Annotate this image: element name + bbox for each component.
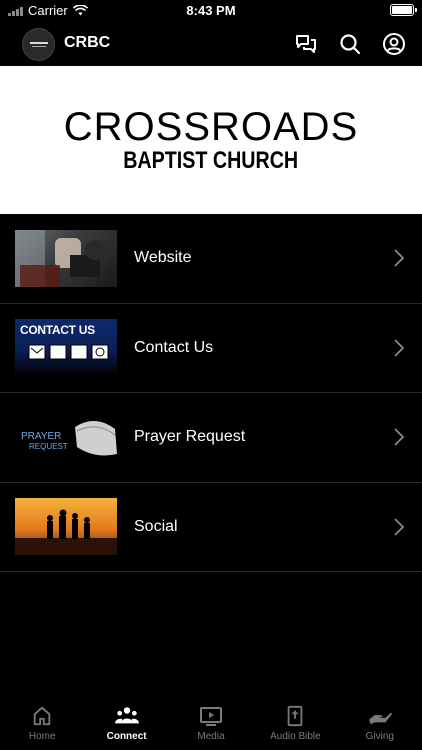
- list-item-social[interactable]: Social: [0, 483, 422, 572]
- list-item-label: Social: [134, 517, 178, 535]
- list-item-contact-us[interactable]: CONTACT US Contact Us: [0, 304, 422, 393]
- status-time: 8:43 PM: [186, 3, 236, 18]
- chat-icon[interactable]: [294, 32, 318, 56]
- profile-icon[interactable]: [382, 32, 406, 56]
- list-item-website[interactable]: Website: [0, 214, 422, 304]
- tab-label: Media: [197, 731, 225, 742]
- nav-title: CRBC: [64, 34, 111, 51]
- bible-icon: [288, 705, 303, 727]
- home-icon: [33, 706, 51, 726]
- tab-audio-bible[interactable]: Audio Bible: [253, 700, 337, 750]
- tab-label: Home: [28, 731, 56, 742]
- contact-us-thumbnail: CONTACT US: [15, 319, 117, 377]
- tab-media[interactable]: Media: [169, 700, 253, 750]
- tab-home[interactable]: Home: [0, 700, 84, 750]
- prayer-request-thumbnail: PRAYER REQUEST: [15, 408, 117, 466]
- app-logo[interactable]: [22, 28, 55, 61]
- thumb-caption-1: PRAYER: [21, 430, 62, 442]
- giving-icon: [368, 712, 392, 725]
- chevron-right-icon: [394, 428, 404, 446]
- banner-title: CROSSROADS: [63, 105, 359, 149]
- banner-subtitle: BAPTIST CHURCH: [123, 147, 299, 174]
- chevron-right-icon: [394, 518, 404, 536]
- connect-list: Website CONTACT US Contact Us PRAYER REQ…: [0, 214, 422, 572]
- list-item-prayer-request[interactable]: PRAYER REQUEST Prayer Request: [0, 393, 422, 483]
- tab-label: Giving: [365, 731, 394, 742]
- chevron-right-icon: [394, 339, 404, 357]
- tab-connect[interactable]: Connect: [84, 700, 168, 750]
- list-item-label: Contact Us: [134, 338, 214, 356]
- tab-giving[interactable]: Giving: [338, 700, 422, 750]
- list-item-label: Website: [134, 249, 192, 267]
- social-thumbnail: [15, 498, 117, 556]
- list-item-label: Prayer Request: [134, 428, 246, 446]
- website-thumbnail: [15, 229, 117, 287]
- church-banner: CROSSROADS BAPTIST CHURCH: [0, 66, 422, 214]
- status-bar: Carrier 8:43 PM: [0, 0, 422, 22]
- search-icon[interactable]: [338, 32, 362, 56]
- tab-bar: Home Connect Media Audio Bible Giving: [0, 700, 422, 750]
- chevron-right-icon: [394, 249, 404, 267]
- people-icon: [114, 707, 139, 724]
- nav-bar: CRBC: [0, 22, 422, 66]
- tab-label: Audio Bible: [270, 731, 321, 742]
- nav-actions: [294, 32, 406, 56]
- battery-icon: [390, 4, 417, 16]
- tab-label: Connect: [106, 731, 147, 742]
- play-icon: [200, 707, 223, 726]
- thumb-caption-2: REQUEST: [29, 441, 68, 451]
